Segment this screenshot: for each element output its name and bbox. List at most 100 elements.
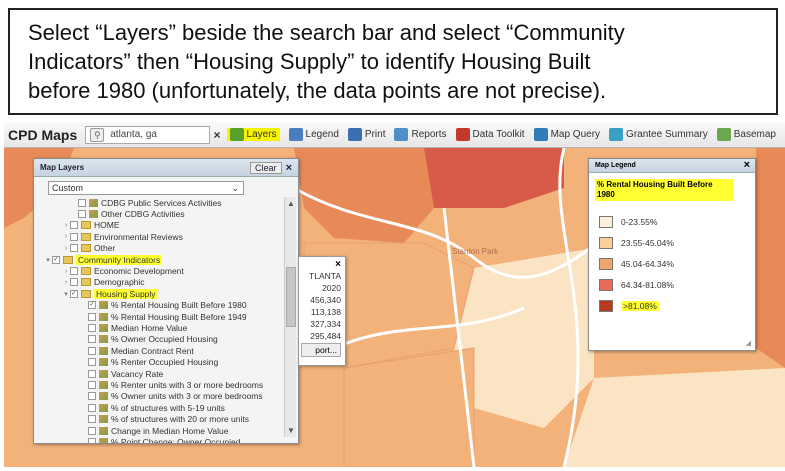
legend-icon [288,128,303,141]
legend-label: 45.04-64.34% [621,259,674,269]
report-button[interactable]: port... [301,343,341,357]
layer-item[interactable]: Other CDBG Activities [34,208,282,219]
close-popup-button[interactable]: × [335,259,341,270]
layer-checkbox[interactable] [70,221,78,230]
collapse-arrow-icon[interactable]: › [62,245,70,252]
layer-label: % Renter Occupied Housing [111,357,219,368]
expand-arrow-icon[interactable]: ▾ [62,290,70,298]
layer-item[interactable]: % of structures with 20 or more units [34,413,282,424]
info-popup: × TLANTA 2020 456,340 113,138 327,334 295,484… [298,256,346,366]
layer-group-item[interactable]: › Economic Development [34,265,282,276]
layer-item[interactable]: ✓ % Rental Housing Built Before 1980 [34,300,282,311]
layer-group-item[interactable]: › Demographic [34,277,282,288]
layer-checkbox[interactable] [78,210,86,219]
scroll-up-icon[interactable]: ▲ [287,199,295,208]
instruction-line: Select “Layers” beside the search bar an… [28,20,625,45]
layer-checkbox[interactable] [88,437,96,443]
layer-checkbox[interactable] [88,380,96,389]
layer-icon [99,403,108,412]
layers-button[interactable]: Layers [226,128,280,141]
collapse-arrow-icon[interactable]: › [62,268,70,275]
print-button[interactable]: Print [347,128,385,141]
layer-checkbox[interactable] [70,278,78,287]
folder-icon [81,244,91,253]
layer-group-item[interactable]: › Other [34,243,282,254]
legend-swatch [599,216,613,228]
layer-label: Economic Development [94,266,184,277]
clear-search-button[interactable]: × [214,128,221,142]
legend-swatch [599,237,613,249]
legend-button[interactable]: Legend [288,128,339,141]
layer-group-item[interactable]: › Environmental Reviews [34,231,282,242]
layer-checkbox[interactable] [88,426,96,435]
layer-icon [99,323,108,332]
layer-icon [99,369,108,378]
layer-group-item[interactable]: ▾ ✓ Community Indicators [34,254,282,265]
expand-arrow-icon[interactable]: ▾ [44,256,52,264]
layer-checkbox[interactable] [88,415,96,424]
layer-checkbox[interactable] [88,392,96,401]
map-query-button[interactable]: Map Query [533,128,600,141]
layer-checkbox[interactable] [70,244,78,253]
layer-checkbox[interactable] [88,312,96,321]
layer-item[interactable]: % of structures with 5-19 units [34,402,282,413]
clear-layers-button[interactable]: Clear [250,161,282,174]
layer-item[interactable]: % Renter units with 3 or more bedrooms [34,379,282,390]
scrollbar-thumb[interactable] [286,267,296,327]
legend-item: 45.04-64.34% [599,258,674,270]
basemap-button[interactable]: Basemap [716,128,776,141]
layer-checkbox[interactable] [88,403,96,412]
layer-label: Other CDBG Activities [101,209,185,220]
collapse-arrow-icon[interactable]: › [62,222,70,229]
layer-group-item[interactable]: ▾ ✓ Housing Supply [34,288,282,299]
layer-checkbox[interactable] [88,323,96,332]
layer-label: % of structures with 5-19 units [111,402,225,413]
layer-item[interactable]: Median Contract Rent [34,345,282,356]
layer-item[interactable]: CDBG Public Services Activities [34,197,282,208]
layer-item[interactable]: % Owner units with 3 or more bedrooms [34,391,282,402]
layer-icon [89,198,98,207]
layer-checkbox[interactable] [88,369,96,378]
layer-checkbox[interactable]: ✓ [88,301,96,310]
map-legend-title: Map Legend [595,162,636,169]
layer-label: % Rental Housing Built Before 1949 [111,311,247,322]
layer-item[interactable]: % Rental Housing Built Before 1949 [34,311,282,322]
layer-checkbox[interactable] [88,358,96,367]
layer-set-dropdown[interactable]: Custom ⌄ [48,181,244,195]
resize-grip-icon[interactable]: ◢ [746,339,751,347]
scroll-down-icon[interactable]: ▼ [287,426,295,435]
layer-item[interactable]: Change in Median Home Value [34,425,282,436]
layer-checkbox[interactable] [88,346,96,355]
legend-label: 0-23.55% [621,217,658,227]
layer-icon [99,301,108,310]
layer-item[interactable]: Median Home Value [34,322,282,333]
layers-scrollbar[interactable]: ▲ ▼ [284,197,296,437]
layer-checkbox[interactable]: ✓ [70,289,78,298]
search-icon[interactable]: ⚲ [90,127,105,142]
data-toolkit-button[interactable]: Data Toolkit [455,128,525,141]
layer-checkbox[interactable]: ✓ [52,255,60,264]
layer-item[interactable]: % Owner Occupied Housing [34,334,282,345]
popup-value: TLANTA [309,271,341,281]
layer-item[interactable]: Vacancy Rate [34,368,282,379]
layers-icon [229,128,244,141]
layer-checkbox[interactable] [70,232,78,241]
collapse-arrow-icon[interactable]: › [62,233,70,240]
legend-label: >81.08% [621,301,659,311]
layer-checkbox[interactable] [70,267,78,276]
reports-button[interactable]: Reports [394,128,447,141]
layer-tree: CDBG Public Services Activities Other CDB… [34,197,282,443]
layer-group-item[interactable]: › HOME [34,220,282,231]
grantee-summary-button[interactable]: Grantee Summary [609,128,708,141]
layer-checkbox[interactable] [78,198,86,207]
toolbar-button-label: Basemap [733,129,776,140]
layer-item[interactable]: % Renter Occupied Housing [34,356,282,367]
collapse-arrow-icon[interactable]: › [62,279,70,286]
close-legend-button[interactable]: × [744,159,750,171]
top-toolbar: CPD Maps ⚲ atlanta, ga × Layers Legend Pri… [4,122,785,148]
layer-checkbox[interactable] [88,335,96,344]
search-input[interactable]: ⚲ atlanta, ga [85,125,210,144]
layer-label: Vacancy Rate [111,368,164,379]
close-layers-button[interactable]: × [286,162,292,174]
layer-item[interactable]: % Point Change: Owner Occupied [34,436,282,443]
